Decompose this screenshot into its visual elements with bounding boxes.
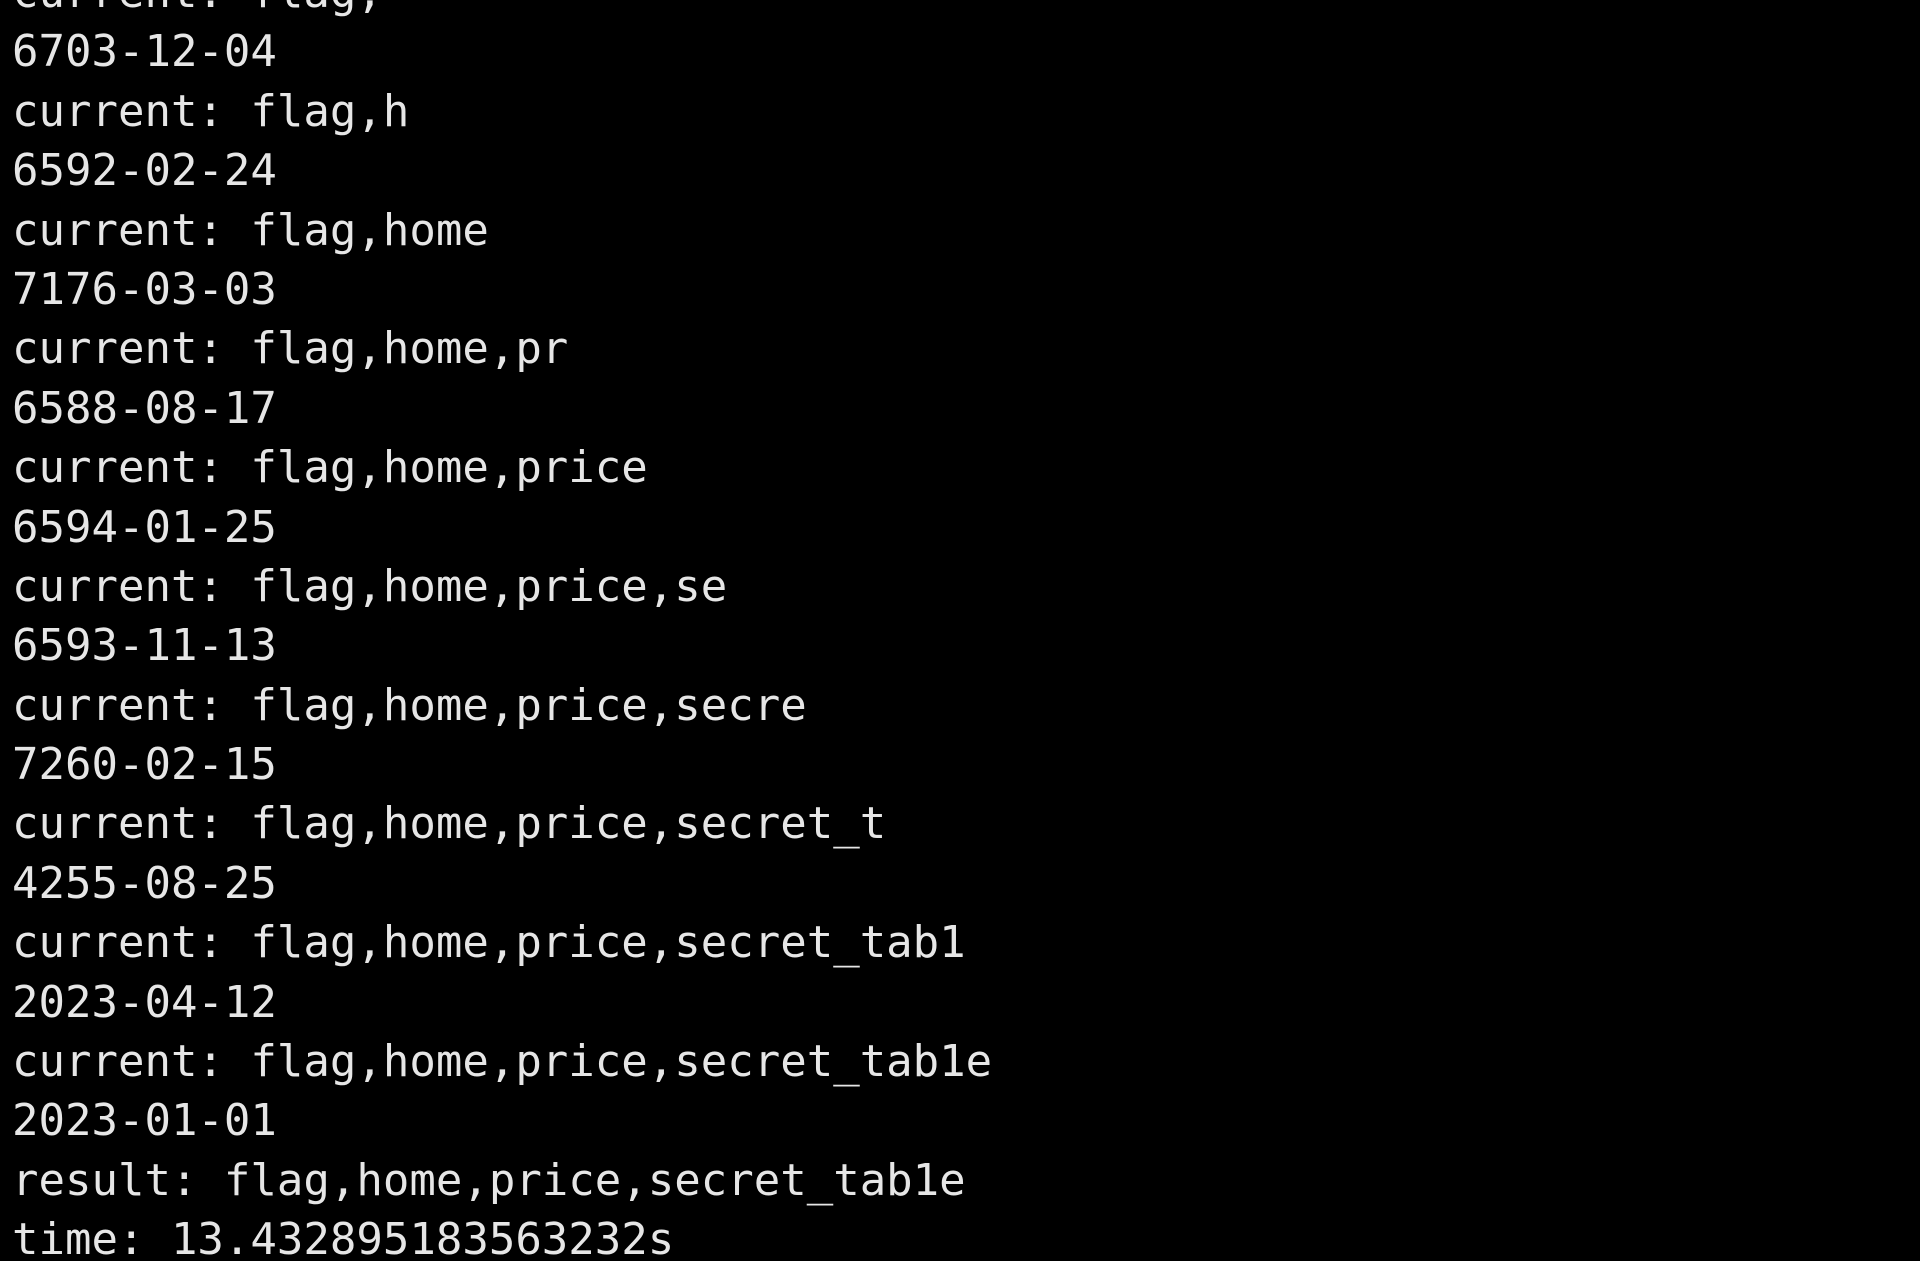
output-line: 2023-01-01 [12,1095,277,1147]
output-line: 6593-11-13 [12,620,277,672]
output-line: current: flag,home,price,secre [12,679,807,731]
output-line: current: flag,h [12,85,410,137]
output-line: 6588-08-17 [12,382,277,434]
output-line: current: flag, [12,0,992,22]
output-line: current: flag,home,price [12,442,648,494]
output-line: 7176-03-03 [12,263,277,315]
output-line: current: flag,home,price,secret_t [12,798,887,850]
output-line: 6592-02-24 [12,145,277,197]
output-line: current: flag,home [12,204,489,256]
terminal-window[interactable]: current: flag, 6703-12-04 current: flag,… [0,0,1920,1261]
output-line: current: flag,home,price,secret_tab1 [12,917,966,969]
output-line: 6703-12-04 [12,26,277,78]
output-line: 6594-01-25 [12,501,277,553]
output-line: 2023-04-12 [12,976,277,1028]
output-line: 4255-08-25 [12,857,277,909]
output-line: current: flag,home,price,secret_tab1e [12,1036,993,1088]
result-line: result: flag,home,price,secret_tab1e [12,1154,966,1206]
output-line: current: flag,home,pr [12,323,569,375]
output-line: current: flag,home,price,se [12,560,728,612]
elapsed-time-line: time: 13.432895183563232s [12,1214,675,1261]
terminal-output: current: flag, 6703-12-04 current: flag,… [12,0,992,1261]
output-line: 7260-02-15 [12,739,277,791]
